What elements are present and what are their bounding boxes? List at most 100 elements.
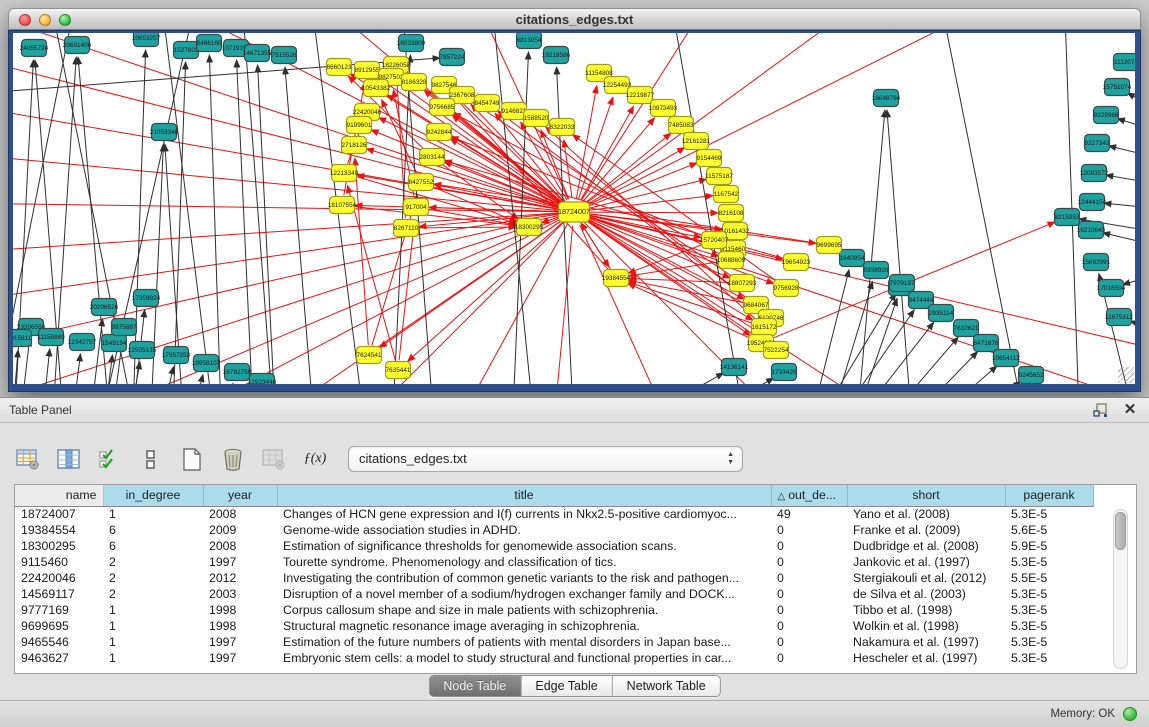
network-node[interactable]: 19384554	[602, 270, 631, 287]
network-node[interactable]: 10653257	[132, 33, 161, 47]
table-scrollbar-thumb[interactable]	[1115, 512, 1126, 550]
table-cell[interactable]: Hescheler et al. (1997)	[847, 650, 1005, 666]
create-column-button[interactable]	[178, 445, 206, 473]
network-node[interactable]: 16782759	[223, 364, 252, 381]
network-node[interactable]: 1733426	[772, 364, 797, 381]
network-edge[interactable]	[1104, 203, 1135, 209]
table-cell[interactable]: 0	[771, 618, 847, 634]
network-node[interactable]: 17359924	[132, 290, 161, 307]
network-node[interactable]: 14671355	[243, 45, 272, 62]
network-node[interactable]: 2935114	[929, 305, 954, 322]
network-node[interactable]: 7485083	[669, 117, 694, 134]
network-node[interactable]: 9245652	[1019, 367, 1044, 384]
table-cell[interactable]: Wolkin et al. (1998)	[847, 618, 1005, 634]
network-edge[interactable]	[887, 110, 911, 384]
table-cell[interactable]: 5.6E-5	[1005, 522, 1093, 538]
table-cell[interactable]: 1997	[203, 554, 277, 570]
table-cell[interactable]: 1	[103, 602, 203, 618]
network-edge[interactable]	[1123, 273, 1135, 285]
network-edge[interactable]	[893, 337, 958, 384]
network-node[interactable]: 19958107	[192, 355, 221, 372]
network-view-window[interactable]: citations_edges.txt 24055724206914061065…	[8, 8, 1141, 392]
network-edge[interactable]	[355, 158, 368, 345]
network-node[interactable]: 9975887	[112, 319, 137, 336]
table-cell[interactable]: 2003	[203, 586, 277, 602]
network-edge[interactable]	[193, 375, 203, 384]
float-panel-icon[interactable]	[1091, 401, 1109, 419]
window-titlebar[interactable]: citations_edges.txt	[8, 8, 1141, 30]
table-cell[interactable]: 9115460	[15, 554, 103, 570]
network-edge[interactable]	[347, 186, 395, 361]
network-node[interactable]: 7624541	[357, 347, 382, 364]
network-edge[interactable]	[13, 203, 560, 212]
network-node[interactable]: 7635441	[386, 362, 411, 379]
delete-column-button[interactable]	[219, 445, 247, 473]
network-node[interactable]: 9154469	[697, 150, 722, 167]
table-cell[interactable]: 1	[103, 618, 203, 634]
table-cell[interactable]: 0	[771, 586, 847, 602]
table-row[interactable]: 1456911722003Disruption of a novel membe…	[15, 586, 1093, 602]
table-cell[interactable]: 1997	[203, 650, 277, 666]
network-node[interactable]: 15720407	[700, 232, 729, 249]
table-cell[interactable]: Franke et al. (2009)	[847, 522, 1005, 538]
network-edge[interactable]	[209, 55, 221, 384]
network-edge[interactable]	[473, 102, 734, 277]
network-node[interactable]: 17016504	[1097, 280, 1126, 297]
table-cell[interactable]: 0	[771, 522, 847, 538]
network-node[interactable]: 20206526	[90, 299, 119, 316]
memory-status-indicator[interactable]	[1123, 707, 1137, 721]
table-cell[interactable]: 2009	[203, 522, 277, 538]
table-cell[interactable]: 5.3E-5	[1005, 586, 1093, 602]
network-node[interactable]: 10688609	[717, 252, 746, 269]
network-node[interactable]: 20691406	[63, 37, 92, 54]
row-height-button[interactable]	[137, 445, 165, 473]
network-node[interactable]: 16210643	[1077, 222, 1106, 239]
network-node[interactable]: 18724007	[558, 202, 590, 222]
table-cell[interactable]: Stergiakouli et al. (2012)	[847, 570, 1005, 586]
table-cell[interactable]: Nakamura et al. (1997)	[847, 634, 1005, 650]
network-node[interactable]: 11575187	[705, 168, 733, 185]
table-cell[interactable]: 1998	[203, 618, 277, 634]
network-node[interactable]: 8660123	[327, 59, 352, 76]
table-cell[interactable]: de Silva et al. (2003)	[847, 586, 1005, 602]
table-row[interactable]: 1938455462009Genome-wide association stu…	[15, 522, 1093, 538]
network-node[interactable]: 9699695	[817, 237, 842, 254]
network-node[interactable]: 15751074	[1103, 79, 1132, 96]
network-edge[interactable]	[587, 33, 1013, 206]
column-header-pagerank[interactable]: pagerank	[1005, 485, 1093, 506]
network-edge[interactable]	[1106, 175, 1135, 185]
network-node[interactable]: 7515526	[272, 47, 297, 64]
table-row[interactable]: 911546021997Tourette syndrome. Phenomeno…	[15, 554, 1093, 570]
network-node[interactable]: 1112074	[1114, 54, 1136, 71]
table-row[interactable]: 946554611997Estimation of the future num…	[15, 634, 1093, 650]
network-node[interactable]: 12213349	[330, 165, 359, 182]
table-cell[interactable]: 2	[103, 570, 203, 586]
network-node[interactable]: 8215953	[1055, 209, 1080, 226]
network-node[interactable]: 19654923	[782, 254, 811, 271]
network-edge[interactable]	[858, 110, 885, 384]
network-edge[interactable]	[43, 349, 50, 384]
table-cell[interactable]: 6	[103, 522, 203, 538]
network-edge[interactable]	[833, 281, 873, 384]
network-edge[interactable]	[357, 175, 560, 209]
column-header-out_de[interactable]: △out_de...	[771, 485, 847, 506]
window-resize-grip[interactable]	[1118, 367, 1134, 383]
tab-edge-table[interactable]: Edge Table	[521, 676, 612, 696]
network-node[interactable]: 9242844	[427, 124, 452, 141]
table-cell[interactable]: Disruption of a novel member of a sodium…	[277, 586, 771, 602]
table-cell[interactable]: 14569117	[15, 586, 103, 602]
table-cell[interactable]: Yano et al. (2008)	[847, 506, 1005, 522]
network-edge[interactable]	[223, 383, 233, 384]
network-node[interactable]: 12505135	[128, 342, 157, 359]
network-edge[interactable]	[243, 33, 273, 384]
network-edge[interactable]	[973, 382, 1021, 384]
table-cell[interactable]: 5.5E-5	[1005, 570, 1093, 586]
table-cell[interactable]: 18300295	[15, 538, 103, 554]
table-cell[interactable]: 0	[771, 570, 847, 586]
network-node[interactable]: 8427552	[409, 174, 434, 191]
network-node[interactable]: 8471676	[974, 335, 999, 352]
network-node[interactable]: 1615172	[752, 319, 777, 336]
network-edge[interactable]	[863, 322, 934, 384]
network-node[interactable]: 12161281	[682, 133, 711, 150]
network-edge[interactable]	[416, 227, 516, 228]
